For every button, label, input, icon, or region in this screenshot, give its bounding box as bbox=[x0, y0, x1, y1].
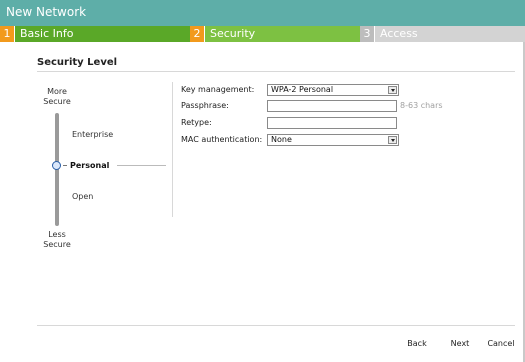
section-title: Security Level bbox=[37, 57, 118, 68]
cancel-button[interactable]: Cancel bbox=[484, 336, 518, 350]
wizard-steps: 1 Basic Info 2 Security 3 Access bbox=[0, 26, 525, 42]
retype-label: Retype: bbox=[181, 118, 212, 127]
level-enterprise[interactable]: Enterprise bbox=[72, 130, 113, 139]
mac-authentication-value: None bbox=[271, 135, 292, 144]
title-bar: New Network bbox=[0, 0, 525, 26]
level-open[interactable]: Open bbox=[72, 192, 93, 201]
passphrase-input[interactable] bbox=[267, 100, 397, 112]
step-security[interactable]: 2 Security bbox=[190, 26, 360, 42]
selected-level-connector bbox=[117, 165, 166, 166]
step-number: 1 bbox=[0, 26, 14, 42]
step-basic-info[interactable]: 1 Basic Info bbox=[0, 26, 190, 42]
footer-divider bbox=[37, 325, 515, 326]
chevron-down-icon[interactable] bbox=[388, 136, 397, 144]
mac-authentication-select[interactable]: None bbox=[267, 134, 399, 146]
step-label: Access bbox=[375, 26, 525, 42]
section-divider bbox=[37, 71, 515, 72]
key-management-select[interactable]: WPA-2 Personal bbox=[267, 84, 399, 96]
step-number: 3 bbox=[360, 26, 374, 42]
passphrase-label: Passphrase: bbox=[181, 101, 229, 110]
key-management-value: WPA-2 Personal bbox=[271, 85, 334, 94]
next-button[interactable]: Next bbox=[446, 336, 474, 350]
vertical-divider bbox=[172, 82, 173, 217]
step-label: Basic Info bbox=[15, 26, 190, 42]
passphrase-hint: 8-63 chars bbox=[400, 101, 443, 110]
window-title: New Network bbox=[6, 5, 87, 19]
security-level-slider-handle[interactable] bbox=[52, 161, 61, 170]
less-secure-label: Less Secure bbox=[43, 230, 71, 249]
step-number: 2 bbox=[190, 26, 204, 42]
level-personal[interactable]: Personal bbox=[70, 161, 109, 170]
step-access[interactable]: 3 Access bbox=[360, 26, 525, 42]
step-label: Security bbox=[205, 26, 360, 42]
back-button[interactable]: Back bbox=[402, 336, 432, 350]
chevron-down-icon[interactable] bbox=[388, 86, 397, 94]
slider-pointer bbox=[63, 165, 67, 166]
retype-input[interactable] bbox=[267, 117, 397, 129]
mac-authentication-label: MAC authentication: bbox=[181, 135, 263, 144]
key-management-label: Key management: bbox=[181, 85, 255, 94]
more-secure-label: More Secure bbox=[43, 87, 71, 106]
